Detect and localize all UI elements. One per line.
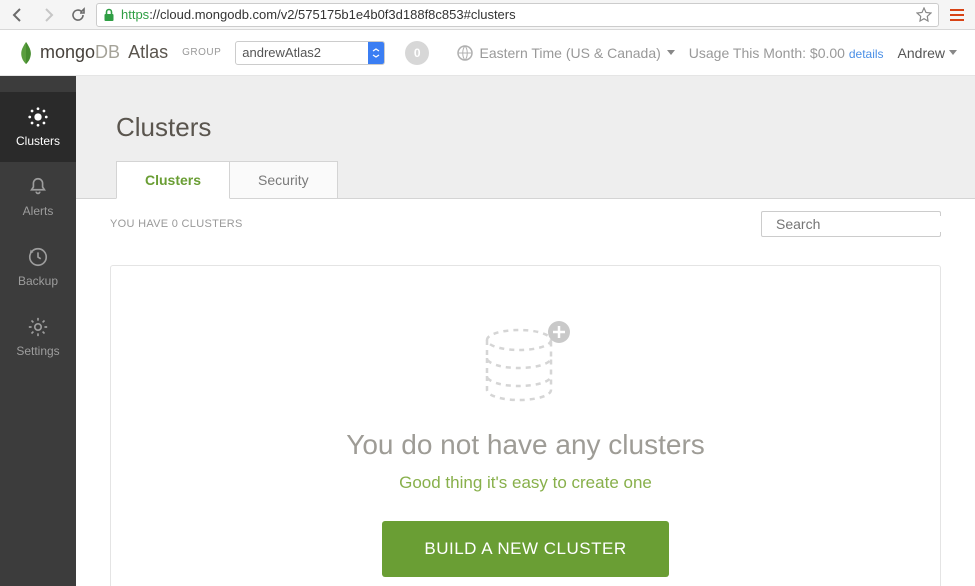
group-selected-value: andrewAtlas2	[242, 45, 321, 60]
sidebar-item-settings[interactable]: Settings	[0, 302, 76, 372]
tab-content: YOU HAVE 0 CLUSTERS	[76, 198, 975, 586]
empty-state-subtitle: Good thing it's easy to create one	[141, 473, 910, 493]
group-label: GROUP	[182, 47, 221, 58]
empty-state-title: You do not have any clusters	[141, 429, 910, 461]
user-name: Andrew	[898, 45, 945, 61]
hamburger-icon	[949, 8, 965, 22]
backup-icon	[27, 246, 49, 268]
search-input[interactable]	[776, 216, 957, 232]
sidebar-item-label: Settings	[16, 344, 59, 358]
mongodb-leaf-icon	[18, 42, 34, 64]
url-text: https://cloud.mongodb.com/v2/575175b1e4b…	[121, 7, 910, 22]
empty-state: You do not have any clusters Good thing …	[110, 265, 941, 586]
sidebar-item-alerts[interactable]: Alerts	[0, 162, 76, 232]
sidebar-item-label: Clusters	[16, 134, 60, 148]
timezone-selector[interactable]: Eastern Time (US & Canada)	[457, 45, 674, 61]
notification-badge[interactable]: 0	[405, 41, 429, 65]
reload-button[interactable]	[66, 3, 90, 27]
sidebar-item-label: Backup	[18, 274, 58, 288]
browser-menu-button[interactable]	[945, 3, 969, 27]
chevron-down-icon	[667, 50, 675, 55]
tab-bar: Clusters Security	[76, 161, 975, 199]
logo-text: mongoDB	[40, 42, 120, 63]
bookmark-star-icon[interactable]	[916, 7, 932, 23]
logo[interactable]: mongoDB Atlas	[18, 42, 168, 64]
back-button[interactable]	[6, 3, 30, 27]
atlas-label: Atlas	[128, 42, 168, 63]
address-bar[interactable]: https://cloud.mongodb.com/v2/575175b1e4b…	[96, 3, 939, 27]
arrow-left-icon	[10, 7, 26, 23]
clusters-icon	[27, 106, 49, 128]
clusters-count-label: YOU HAVE 0 CLUSTERS	[110, 218, 243, 230]
bell-icon	[27, 176, 49, 198]
reload-icon	[70, 7, 86, 23]
user-menu[interactable]: Andrew	[898, 45, 957, 61]
gear-icon	[27, 316, 49, 338]
page-title: Clusters	[76, 76, 975, 161]
group-select[interactable]: andrewAtlas2	[235, 41, 385, 65]
forward-button[interactable]	[36, 3, 60, 27]
search-box[interactable]	[761, 211, 941, 237]
sidebar: Clusters Alerts Backup Settings	[0, 76, 76, 586]
sidebar-item-label: Alerts	[23, 204, 54, 218]
main-content: Clusters Clusters Security YOU HAVE 0 CL…	[76, 76, 975, 586]
select-caret-icon	[368, 42, 384, 64]
database-stack-icon	[471, 316, 581, 409]
build-cluster-button[interactable]: BUILD A NEW CLUSTER	[382, 521, 668, 577]
usage-text: Usage This Month: $0.00 details	[689, 45, 884, 61]
sidebar-item-backup[interactable]: Backup	[0, 232, 76, 302]
tab-clusters[interactable]: Clusters	[116, 161, 230, 199]
usage-details-link[interactable]: details	[849, 47, 884, 61]
chevron-down-icon	[949, 50, 957, 55]
tab-security[interactable]: Security	[230, 161, 338, 199]
browser-toolbar: https://cloud.mongodb.com/v2/575175b1e4b…	[0, 0, 975, 30]
sidebar-item-clusters[interactable]: Clusters	[0, 92, 76, 162]
timezone-label: Eastern Time (US & Canada)	[479, 45, 660, 61]
app-header: mongoDB Atlas GROUP andrewAtlas2 0 Easte…	[0, 30, 975, 76]
lock-icon	[103, 8, 115, 22]
globe-icon	[457, 45, 473, 61]
arrow-right-icon	[40, 7, 56, 23]
